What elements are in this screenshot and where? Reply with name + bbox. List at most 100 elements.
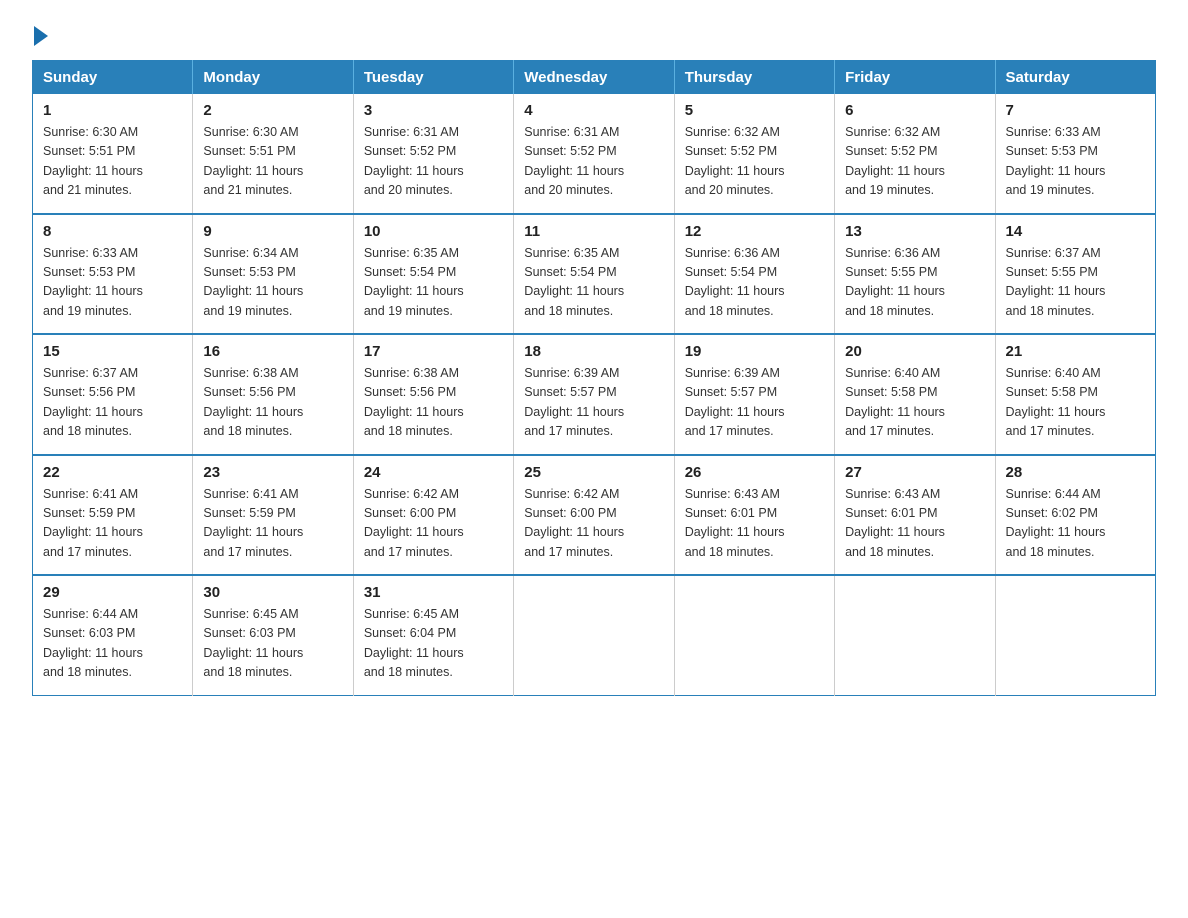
day-info: Sunrise: 6:34 AMSunset: 5:53 PMDaylight:… — [203, 246, 303, 318]
day-info: Sunrise: 6:33 AMSunset: 5:53 PMDaylight:… — [1006, 125, 1106, 197]
day-number: 3 — [364, 102, 503, 119]
day-info: Sunrise: 6:45 AMSunset: 6:03 PMDaylight:… — [203, 607, 303, 679]
calendar-cell: 16 Sunrise: 6:38 AMSunset: 5:56 PMDaylig… — [193, 334, 353, 455]
day-info: Sunrise: 6:30 AMSunset: 5:51 PMDaylight:… — [203, 125, 303, 197]
day-number: 19 — [685, 343, 824, 360]
day-info: Sunrise: 6:41 AMSunset: 5:59 PMDaylight:… — [43, 487, 143, 559]
day-of-week-friday: Friday — [835, 61, 995, 95]
calendar-cell: 12 Sunrise: 6:36 AMSunset: 5:54 PMDaylig… — [674, 214, 834, 335]
day-number: 13 — [845, 223, 984, 240]
calendar-cell: 30 Sunrise: 6:45 AMSunset: 6:03 PMDaylig… — [193, 575, 353, 695]
day-info: Sunrise: 6:40 AMSunset: 5:58 PMDaylight:… — [1006, 366, 1106, 438]
day-info: Sunrise: 6:32 AMSunset: 5:52 PMDaylight:… — [685, 125, 785, 197]
calendar-week-4: 22 Sunrise: 6:41 AMSunset: 5:59 PMDaylig… — [33, 455, 1156, 576]
calendar-cell — [995, 575, 1155, 695]
day-number: 24 — [364, 464, 503, 481]
day-info: Sunrise: 6:36 AMSunset: 5:54 PMDaylight:… — [685, 246, 785, 318]
calendar-cell: 21 Sunrise: 6:40 AMSunset: 5:58 PMDaylig… — [995, 334, 1155, 455]
day-of-week-sunday: Sunday — [33, 61, 193, 95]
day-info: Sunrise: 6:45 AMSunset: 6:04 PMDaylight:… — [364, 607, 464, 679]
day-info: Sunrise: 6:35 AMSunset: 5:54 PMDaylight:… — [364, 246, 464, 318]
day-number: 29 — [43, 584, 182, 601]
calendar-cell: 8 Sunrise: 6:33 AMSunset: 5:53 PMDayligh… — [33, 214, 193, 335]
day-info: Sunrise: 6:38 AMSunset: 5:56 PMDaylight:… — [203, 366, 303, 438]
day-number: 1 — [43, 102, 182, 119]
calendar-cell: 25 Sunrise: 6:42 AMSunset: 6:00 PMDaylig… — [514, 455, 674, 576]
calendar-cell: 1 Sunrise: 6:30 AMSunset: 5:51 PMDayligh… — [33, 94, 193, 214]
day-info: Sunrise: 6:38 AMSunset: 5:56 PMDaylight:… — [364, 366, 464, 438]
day-number: 2 — [203, 102, 342, 119]
calendar-cell — [674, 575, 834, 695]
day-number: 4 — [524, 102, 663, 119]
day-info: Sunrise: 6:42 AMSunset: 6:00 PMDaylight:… — [364, 487, 464, 559]
day-info: Sunrise: 6:39 AMSunset: 5:57 PMDaylight:… — [524, 366, 624, 438]
day-info: Sunrise: 6:33 AMSunset: 5:53 PMDaylight:… — [43, 246, 143, 318]
day-of-week-saturday: Saturday — [995, 61, 1155, 95]
day-info: Sunrise: 6:41 AMSunset: 5:59 PMDaylight:… — [203, 487, 303, 559]
page-header — [32, 24, 1156, 42]
day-number: 10 — [364, 223, 503, 240]
logo-arrow-icon — [34, 26, 48, 46]
calendar-week-5: 29 Sunrise: 6:44 AMSunset: 6:03 PMDaylig… — [33, 575, 1156, 695]
logo — [32, 24, 48, 42]
calendar-week-1: 1 Sunrise: 6:30 AMSunset: 5:51 PMDayligh… — [33, 94, 1156, 214]
calendar-body: 1 Sunrise: 6:30 AMSunset: 5:51 PMDayligh… — [33, 94, 1156, 695]
day-number: 22 — [43, 464, 182, 481]
day-number: 30 — [203, 584, 342, 601]
day-number: 16 — [203, 343, 342, 360]
calendar-cell: 9 Sunrise: 6:34 AMSunset: 5:53 PMDayligh… — [193, 214, 353, 335]
calendar-week-3: 15 Sunrise: 6:37 AMSunset: 5:56 PMDaylig… — [33, 334, 1156, 455]
day-info: Sunrise: 6:40 AMSunset: 5:58 PMDaylight:… — [845, 366, 945, 438]
day-number: 25 — [524, 464, 663, 481]
day-info: Sunrise: 6:44 AMSunset: 6:02 PMDaylight:… — [1006, 487, 1106, 559]
calendar-cell: 2 Sunrise: 6:30 AMSunset: 5:51 PMDayligh… — [193, 94, 353, 214]
calendar-cell: 29 Sunrise: 6:44 AMSunset: 6:03 PMDaylig… — [33, 575, 193, 695]
day-number: 23 — [203, 464, 342, 481]
day-number: 27 — [845, 464, 984, 481]
calendar-cell: 24 Sunrise: 6:42 AMSunset: 6:00 PMDaylig… — [353, 455, 513, 576]
day-info: Sunrise: 6:37 AMSunset: 5:56 PMDaylight:… — [43, 366, 143, 438]
day-number: 18 — [524, 343, 663, 360]
day-number: 5 — [685, 102, 824, 119]
day-number: 21 — [1006, 343, 1145, 360]
day-info: Sunrise: 6:43 AMSunset: 6:01 PMDaylight:… — [685, 487, 785, 559]
day-info: Sunrise: 6:42 AMSunset: 6:00 PMDaylight:… — [524, 487, 624, 559]
calendar-cell: 4 Sunrise: 6:31 AMSunset: 5:52 PMDayligh… — [514, 94, 674, 214]
calendar-cell: 5 Sunrise: 6:32 AMSunset: 5:52 PMDayligh… — [674, 94, 834, 214]
calendar-cell: 10 Sunrise: 6:35 AMSunset: 5:54 PMDaylig… — [353, 214, 513, 335]
day-number: 11 — [524, 223, 663, 240]
calendar-cell: 18 Sunrise: 6:39 AMSunset: 5:57 PMDaylig… — [514, 334, 674, 455]
calendar-header: SundayMondayTuesdayWednesdayThursdayFrid… — [33, 61, 1156, 95]
calendar-cell: 27 Sunrise: 6:43 AMSunset: 6:01 PMDaylig… — [835, 455, 995, 576]
calendar-cell: 22 Sunrise: 6:41 AMSunset: 5:59 PMDaylig… — [33, 455, 193, 576]
calendar-cell: 19 Sunrise: 6:39 AMSunset: 5:57 PMDaylig… — [674, 334, 834, 455]
calendar-cell — [514, 575, 674, 695]
day-of-week-tuesday: Tuesday — [353, 61, 513, 95]
day-number: 15 — [43, 343, 182, 360]
calendar-cell: 15 Sunrise: 6:37 AMSunset: 5:56 PMDaylig… — [33, 334, 193, 455]
day-info: Sunrise: 6:43 AMSunset: 6:01 PMDaylight:… — [845, 487, 945, 559]
calendar-cell: 13 Sunrise: 6:36 AMSunset: 5:55 PMDaylig… — [835, 214, 995, 335]
calendar-cell: 7 Sunrise: 6:33 AMSunset: 5:53 PMDayligh… — [995, 94, 1155, 214]
day-number: 20 — [845, 343, 984, 360]
day-info: Sunrise: 6:35 AMSunset: 5:54 PMDaylight:… — [524, 246, 624, 318]
calendar-cell: 26 Sunrise: 6:43 AMSunset: 6:01 PMDaylig… — [674, 455, 834, 576]
day-info: Sunrise: 6:37 AMSunset: 5:55 PMDaylight:… — [1006, 246, 1106, 318]
calendar-cell — [835, 575, 995, 695]
calendar-table: SundayMondayTuesdayWednesdayThursdayFrid… — [32, 60, 1156, 696]
day-number: 31 — [364, 584, 503, 601]
day-number: 7 — [1006, 102, 1145, 119]
calendar-cell: 20 Sunrise: 6:40 AMSunset: 5:58 PMDaylig… — [835, 334, 995, 455]
day-number: 17 — [364, 343, 503, 360]
day-info: Sunrise: 6:36 AMSunset: 5:55 PMDaylight:… — [845, 246, 945, 318]
day-info: Sunrise: 6:30 AMSunset: 5:51 PMDaylight:… — [43, 125, 143, 197]
day-info: Sunrise: 6:31 AMSunset: 5:52 PMDaylight:… — [524, 125, 624, 197]
calendar-cell: 17 Sunrise: 6:38 AMSunset: 5:56 PMDaylig… — [353, 334, 513, 455]
day-info: Sunrise: 6:39 AMSunset: 5:57 PMDaylight:… — [685, 366, 785, 438]
day-of-week-wednesday: Wednesday — [514, 61, 674, 95]
day-number: 14 — [1006, 223, 1145, 240]
calendar-cell: 14 Sunrise: 6:37 AMSunset: 5:55 PMDaylig… — [995, 214, 1155, 335]
day-number: 8 — [43, 223, 182, 240]
day-number: 12 — [685, 223, 824, 240]
day-of-week-monday: Monday — [193, 61, 353, 95]
